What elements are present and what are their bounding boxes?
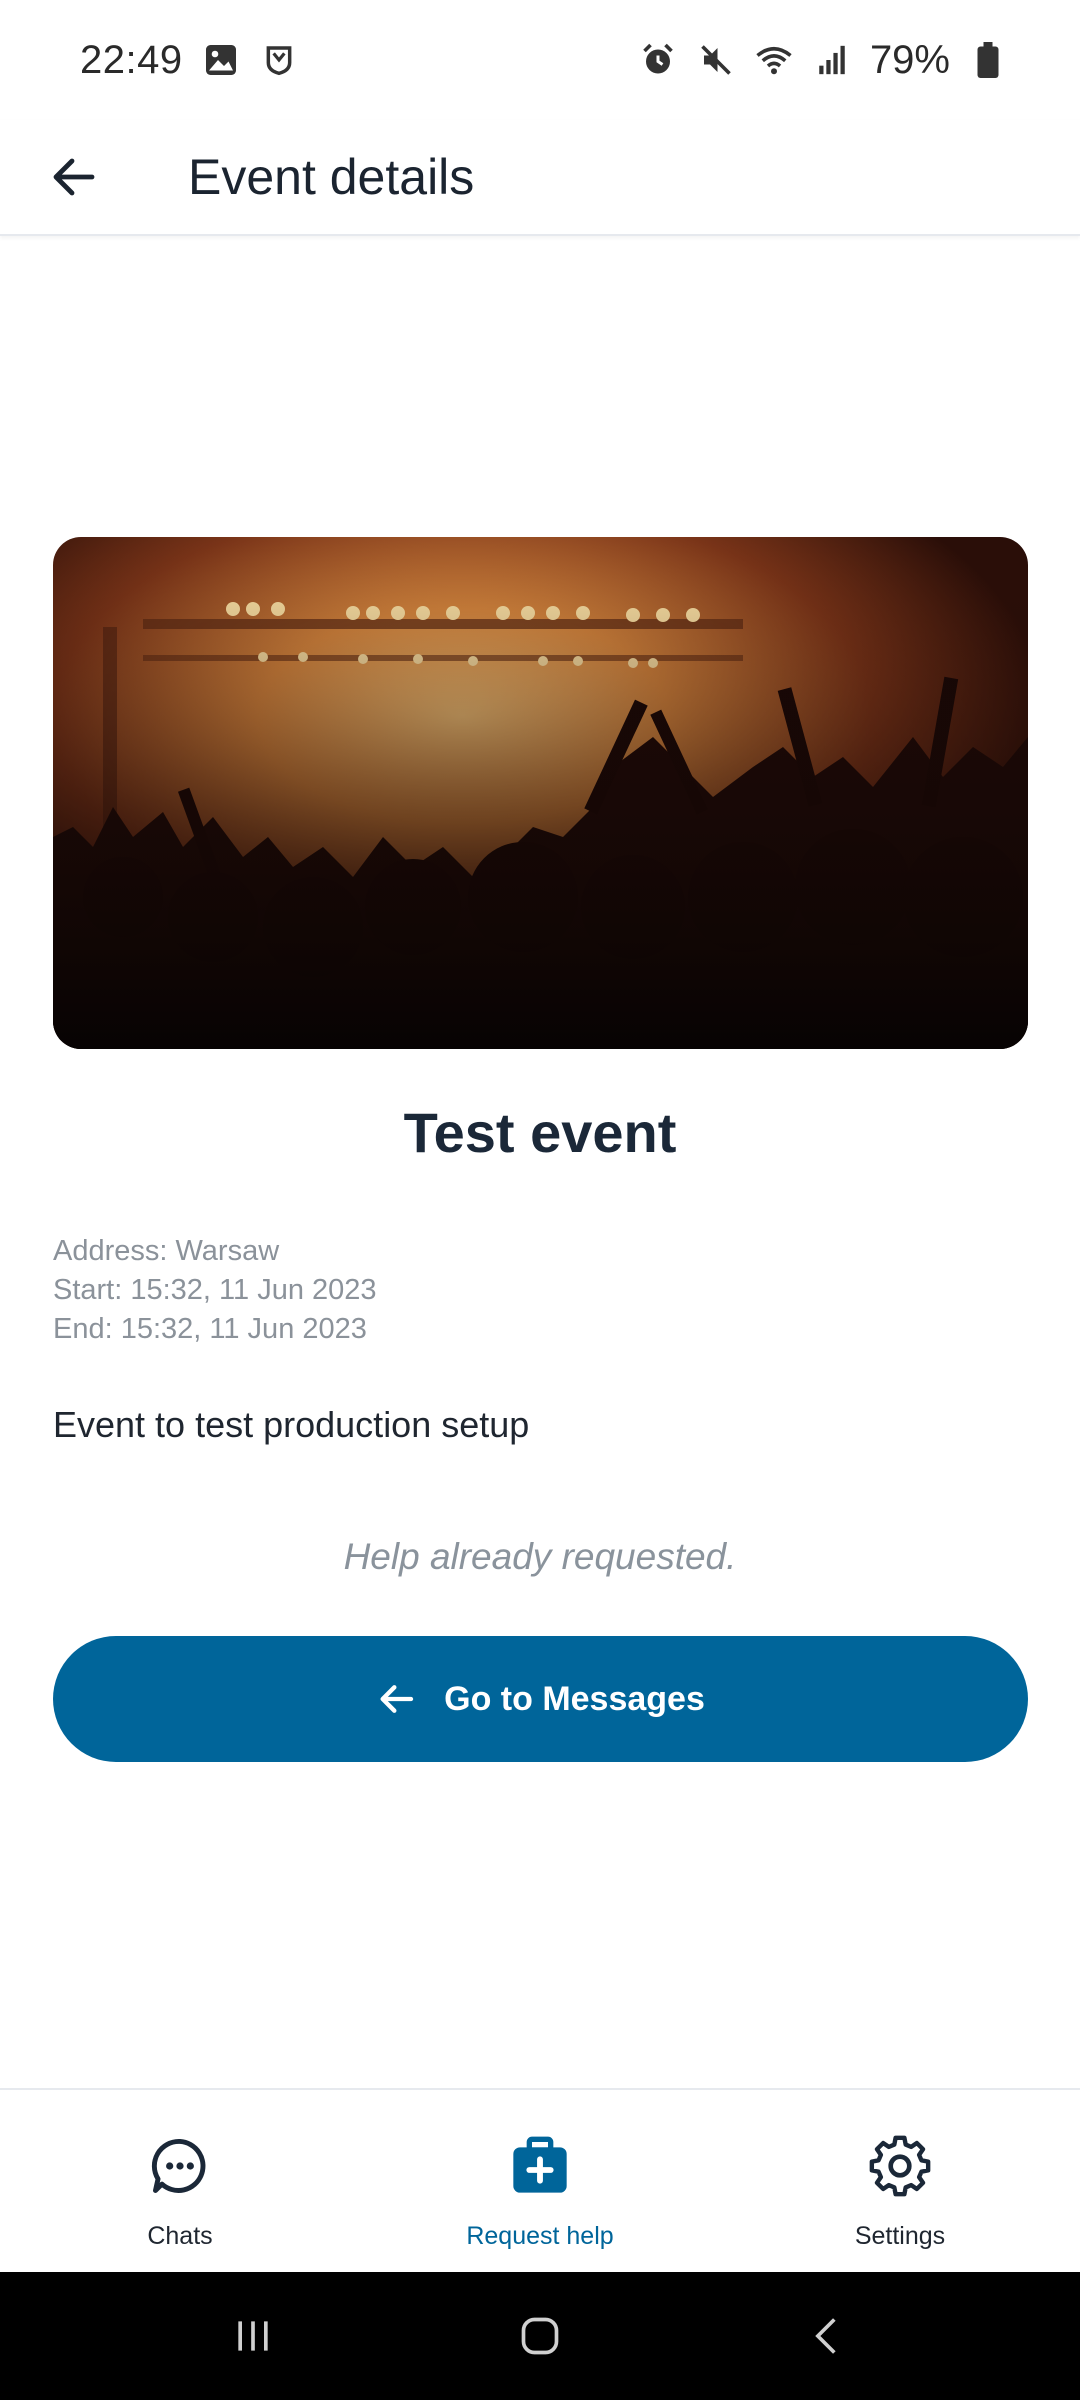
chat-bubble-icon (148, 2134, 212, 2198)
mute-icon (696, 40, 736, 80)
arrow-left-icon (380, 1685, 414, 1713)
chevron-left-icon (814, 2318, 836, 2354)
medical-bag-icon (508, 2134, 572, 2198)
nav-item-request-help[interactable]: Request help (360, 2090, 720, 2272)
nav-item-chats[interactable]: Chats (0, 2090, 360, 2272)
event-address: Address: Warsaw (53, 1235, 280, 1267)
home-icon (521, 2317, 559, 2355)
wifi-icon (754, 40, 794, 80)
nav-label-settings: Settings (854, 2222, 946, 2250)
alarm-icon (638, 40, 678, 80)
status-right: 79% (638, 38, 1008, 83)
nav-item-settings[interactable]: Settings (720, 2090, 1080, 2272)
signal-icon (812, 40, 852, 80)
page-title: Event details (188, 149, 475, 205)
status-bar: 22:49 79% (0, 0, 1080, 120)
event-end: End: 15:32, 11 Jun 2023 (53, 1313, 367, 1345)
help-status-text: Help already requested. (343, 1536, 737, 1577)
event-title: Test event (403, 1101, 677, 1164)
go-to-messages-label: Go to Messages (444, 1679, 705, 1718)
nav-label-request-help: Request help (466, 2222, 614, 2250)
system-navigation-bar (0, 2272, 1080, 2400)
status-time: 22:49 (80, 37, 183, 82)
app-bar: Event details (0, 120, 1080, 236)
nav-label-chats: Chats (147, 2222, 213, 2250)
back-button[interactable] (24, 127, 124, 227)
battery-icon (968, 40, 1008, 80)
battery-percent: 79% (869, 37, 950, 82)
event-description: Event to test production setup (53, 1404, 530, 1445)
arrow-back-icon (53, 158, 95, 196)
shield-app-icon (259, 40, 299, 80)
recent-apps-button[interactable] (193, 2296, 313, 2376)
status-left: 22:49 (80, 38, 299, 83)
bottom-navigation: Chats Request help Settings (0, 2088, 1080, 2272)
event-start: Start: 15:32, 11 Jun 2023 (53, 1274, 377, 1306)
recent-apps-icon (238, 2321, 268, 2351)
go-to-messages-button[interactable]: Go to Messages (53, 1636, 1028, 1762)
event-image (53, 537, 1028, 1049)
gallery-icon (201, 40, 241, 80)
gear-icon (868, 2134, 932, 2198)
event-details-screen: 22:49 79% Event details Test event Addre… (0, 0, 1080, 2400)
system-back-button[interactable] (767, 2296, 887, 2376)
event-meta: Address: Warsaw Start: 15:32, 11 Jun 202… (53, 1232, 1013, 1349)
home-button[interactable] (480, 2296, 600, 2376)
